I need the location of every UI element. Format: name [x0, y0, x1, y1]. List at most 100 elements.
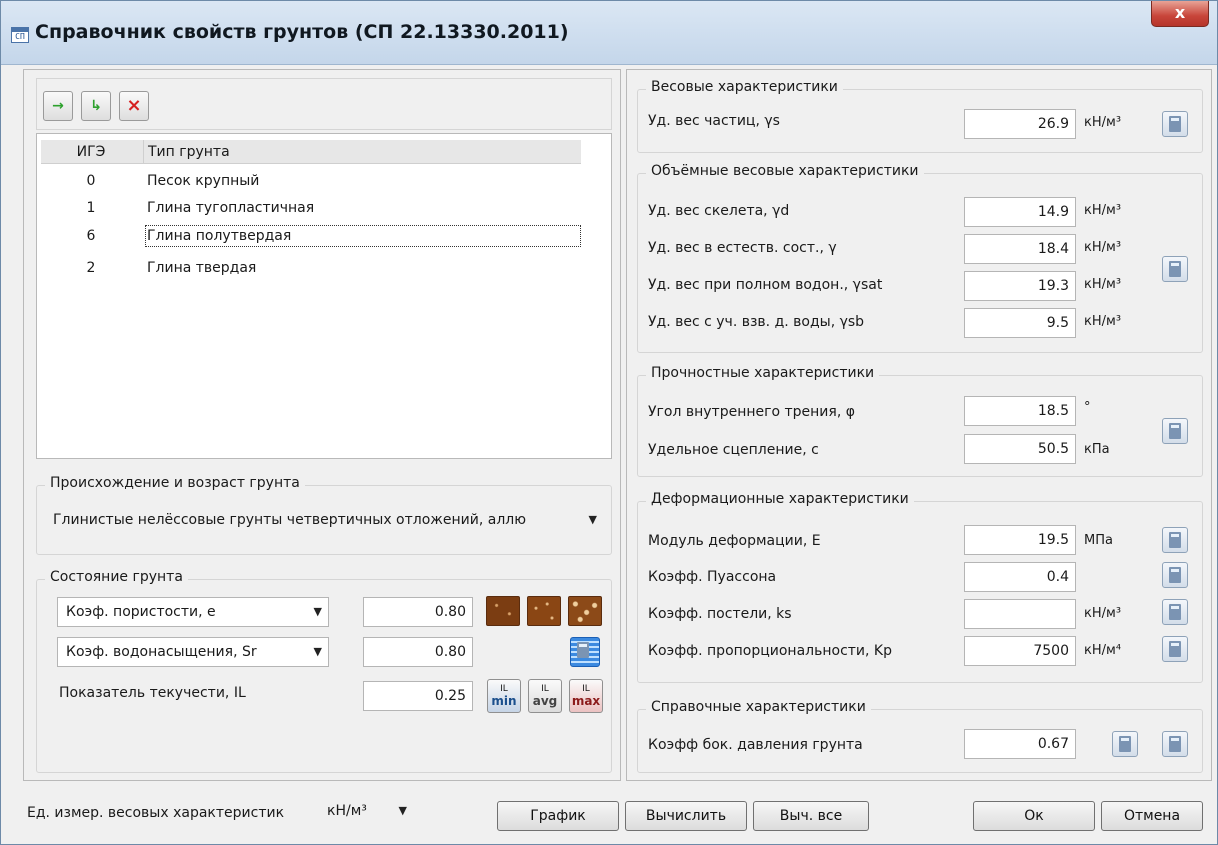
saturated-weight-unit: кН/м³ — [1084, 277, 1122, 292]
saturation-select[interactable]: Коэф. водонасыщения, Sr ▼ — [57, 637, 329, 667]
calculator-icon[interactable] — [1162, 256, 1188, 282]
water-table-icon[interactable] — [570, 637, 600, 667]
origin-select-value: Глинистые нелёссовые грунты четвертичных… — [53, 512, 527, 528]
ok-button[interactable]: Ок — [973, 801, 1095, 831]
chart-button[interactable]: График — [497, 801, 619, 831]
submerged-weight-input[interactable]: 9.5 — [964, 308, 1076, 338]
close-button[interactable]: x — [1151, 1, 1209, 27]
saturation-input[interactable]: 0.80 — [363, 637, 473, 667]
calculator-icon[interactable] — [1162, 636, 1188, 662]
table-row-selected[interactable]: 6 Глина полутвердая — [41, 225, 581, 247]
il-symbol: IL — [582, 684, 590, 694]
dialog-window: СП Справочник свойств грунтов (СП 22.133… — [0, 0, 1218, 845]
calculator-icon[interactable] — [1162, 731, 1188, 757]
window-title: Справочник свойств грунтов (СП 22.13330.… — [35, 21, 569, 43]
natural-weight-unit: кН/м³ — [1084, 240, 1122, 255]
strength-group: Прочностные характеристики Угол внутренн… — [637, 365, 1203, 477]
strength-group-title: Прочностные характеристики — [646, 365, 880, 381]
proportionality-input[interactable]: 7500 — [964, 636, 1076, 666]
calculator-icon[interactable] — [1162, 599, 1188, 625]
row-id: 1 — [86, 200, 96, 216]
delete-row-button[interactable]: × — [119, 91, 149, 121]
poisson-input[interactable]: 0.4 — [964, 562, 1076, 592]
calculator-icon[interactable] — [1162, 418, 1188, 444]
modulus-input[interactable]: 19.5 — [964, 525, 1076, 555]
row-id: 2 — [86, 260, 96, 276]
il-min-label: min — [491, 694, 517, 708]
porosity-input[interactable]: 0.80 — [363, 597, 473, 627]
subgrade-input[interactable] — [964, 599, 1076, 629]
row-soil-name: Глина тугопластичная — [147, 200, 315, 216]
insert-row-button[interactable]: ↳ — [81, 91, 111, 121]
close-icon: × — [126, 95, 142, 116]
il-avg-label: avg — [532, 694, 558, 708]
weight-group-title: Весовые характеристики — [646, 79, 843, 95]
calculator-icon[interactable] — [1112, 731, 1138, 757]
particles-weight-input[interactable]: 26.9 — [964, 109, 1076, 139]
lateral-pressure-input[interactable]: 0.67 — [964, 729, 1076, 759]
natural-weight-label: Уд. вес в естеств. сост., γ — [648, 240, 837, 256]
saturation-select-value: Коэф. водонасыщения, Sr — [66, 644, 257, 660]
fluidity-input[interactable]: 0.25 — [363, 681, 473, 711]
il-symbol: IL — [541, 684, 549, 694]
origin-group-title: Происхождение и возраст грунта — [45, 475, 305, 491]
calculator-icon[interactable] — [1162, 562, 1188, 588]
soil-state-group: Состояние грунта Коэф. пористости, e ▼ 0… — [36, 569, 612, 773]
il-min-button[interactable]: IL min — [487, 679, 521, 713]
soil-table: ИГЭ Тип грунта 0 Песок крупный 1 Глина т… — [36, 133, 612, 459]
soil-texture-dense-icon[interactable] — [486, 596, 520, 626]
table-row[interactable]: 2 Глина твердая — [41, 257, 581, 279]
cancel-button[interactable]: Отмена — [1101, 801, 1203, 831]
porosity-select[interactable]: Коэф. пористости, e ▼ — [57, 597, 329, 627]
table-row[interactable]: 0 Песок крупный — [41, 170, 581, 192]
column-header-soil-type: Тип грунта — [143, 140, 230, 164]
origin-group: Происхождение и возраст грунта Глинистые… — [36, 475, 612, 555]
app-icon: СП — [11, 27, 29, 43]
friction-angle-unit: ° — [1084, 400, 1091, 415]
cohesion-label: Удельное сцепление, c — [648, 442, 819, 458]
proportionality-label: Коэфф. пропорциональности, Kp — [648, 643, 893, 659]
dry-weight-input[interactable]: 14.9 — [964, 197, 1076, 227]
add-row-button[interactable]: → — [43, 91, 73, 121]
natural-weight-input[interactable]: 18.4 — [964, 234, 1076, 264]
particles-weight-label: Уд. вес частиц, γs — [648, 113, 780, 129]
dry-weight-label: Уд. вес скелета, γd — [648, 203, 790, 219]
submerged-weight-label: Уд. вес с уч. взв. д. воды, γsb — [648, 314, 865, 330]
volume-group-title: Объёмные весовые характеристики — [646, 163, 924, 179]
calculate-all-button[interactable]: Выч. все — [753, 801, 869, 831]
origin-select[interactable]: Глинистые нелёссовые грунты четвертичных… — [45, 506, 603, 536]
volume-group: Объёмные весовые характеристики Уд. вес … — [637, 163, 1203, 353]
row-id: 6 — [86, 228, 96, 244]
table-header: ИГЭ Тип грунта — [41, 140, 581, 164]
cohesion-input[interactable]: 50.5 — [964, 434, 1076, 464]
soil-texture-loose-icon[interactable] — [568, 596, 602, 626]
soil-texture-medium-icon[interactable] — [527, 596, 561, 626]
weight-group: Весовые характеристики Уд. вес частиц, γ… — [637, 79, 1203, 153]
saturated-weight-label: Уд. вес при полном водон., γsat — [648, 277, 883, 293]
title-bar: СП Справочник свойств грунтов (СП 22.133… — [1, 1, 1217, 65]
soil-state-title: Состояние грунта — [45, 569, 188, 585]
row-id: 0 — [86, 173, 96, 189]
row-soil-name: Глина полутвердая — [145, 225, 581, 247]
column-header-ige: ИГЭ — [76, 144, 106, 160]
il-max-button[interactable]: IL max — [569, 679, 603, 713]
porosity-select-value: Коэф. пористости, e — [66, 604, 216, 620]
chevron-down-icon: ▼ — [398, 804, 407, 817]
il-max-label: max — [571, 694, 601, 708]
submerged-weight-unit: кН/м³ — [1084, 314, 1122, 329]
proportionality-unit: кН/м⁴ — [1084, 643, 1122, 658]
chevron-down-icon: ▼ — [313, 645, 322, 658]
calculator-icon[interactable] — [1162, 111, 1188, 137]
particles-weight-unit: кН/м³ — [1084, 115, 1122, 130]
row-soil-name: Песок крупный — [147, 173, 260, 189]
poisson-label: Коэфф. Пуассона — [648, 569, 777, 585]
units-select[interactable]: кН/м³ ▼ — [319, 797, 413, 827]
table-row[interactable]: 1 Глина тугопластичная — [41, 197, 581, 219]
il-avg-button[interactable]: IL avg — [528, 679, 562, 713]
calculator-icon[interactable] — [1162, 527, 1188, 553]
friction-angle-input[interactable]: 18.5 — [964, 396, 1076, 426]
deformation-group: Деформационные характеристики Модуль деф… — [637, 491, 1203, 683]
saturated-weight-input[interactable]: 19.3 — [964, 271, 1076, 301]
modulus-label: Модуль деформации, E — [648, 533, 821, 549]
calculate-button[interactable]: Вычислить — [625, 801, 747, 831]
